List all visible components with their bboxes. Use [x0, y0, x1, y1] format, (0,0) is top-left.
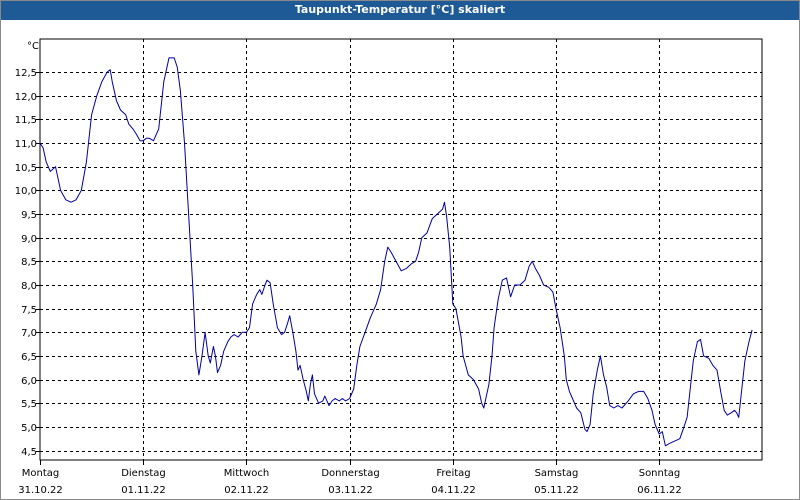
y-tick-label: 8,0 [21, 281, 37, 292]
y-tick-label: 6,5 [21, 352, 37, 363]
y-tick-label: 12,5 [15, 68, 37, 79]
x-tick-day-label: Sonntag [639, 468, 681, 479]
y-tick-label: 7,5 [21, 305, 37, 316]
y-tick-label: 12,0 [15, 92, 37, 103]
y-tick-label: 4,5 [21, 447, 37, 458]
y-tick-label: 6,0 [21, 376, 37, 387]
y-tick-label: 5,5 [21, 399, 37, 410]
x-tick-date-label: 04.11.22 [431, 485, 476, 496]
grid [36, 39, 762, 465]
y-tick-label: 11,5 [15, 115, 37, 126]
y-tick-label: 10,0 [15, 186, 37, 197]
x-tick-date-label: 02.11.22 [224, 485, 269, 496]
x-tick-day-label: Mittwoch [224, 468, 269, 479]
x-tick-date-label: 01.11.22 [121, 485, 166, 496]
plot-area-border [39, 38, 763, 461]
y-tick-label: 9,5 [21, 210, 37, 221]
x-tick-day-label: Freitag [436, 468, 470, 479]
dewpoint-line-chart: °C 4,5 5,0 5,5 6,0 6,5 7,0 7,5 8,0 8,5 9,0 9,5 10,0… [15, 38, 763, 496]
y-tick-label: 5,0 [21, 423, 37, 434]
x-tick-date-label: 31.10.22 [18, 485, 63, 496]
x-tick-day-label: Dienstag [121, 468, 166, 479]
y-axis-ticks: 4,5 5,0 5,5 6,0 6,5 7,0 7,5 8,0 8,5 9,0 9,5 10,0 10,… [15, 68, 37, 458]
x-tick-date-label: 05.11.22 [534, 485, 579, 496]
dewpoint-series-line [39, 57, 753, 447]
x-tick-day-label: Montag [22, 468, 59, 479]
x-tick-day-label: Samstag [535, 468, 579, 479]
y-tick-label: 11,0 [15, 139, 37, 150]
series-group [39, 57, 753, 447]
x-tick-date-label: 03.11.22 [328, 485, 373, 496]
x-tick-date-label: 06.11.22 [637, 485, 682, 496]
y-tick-label: 8,5 [21, 257, 37, 268]
y-axis-unit-label: °C [27, 41, 39, 52]
x-axis-ticks: Montag 31.10.22 Dienstag 01.11.22 Mittwoch 02… [18, 468, 682, 496]
y-tick-label: 7,0 [21, 328, 37, 339]
y-tick-label: 10,5 [15, 163, 37, 174]
x-tick-day-label: Donnerstag [321, 468, 379, 479]
y-tick-label: 9,0 [21, 234, 37, 245]
